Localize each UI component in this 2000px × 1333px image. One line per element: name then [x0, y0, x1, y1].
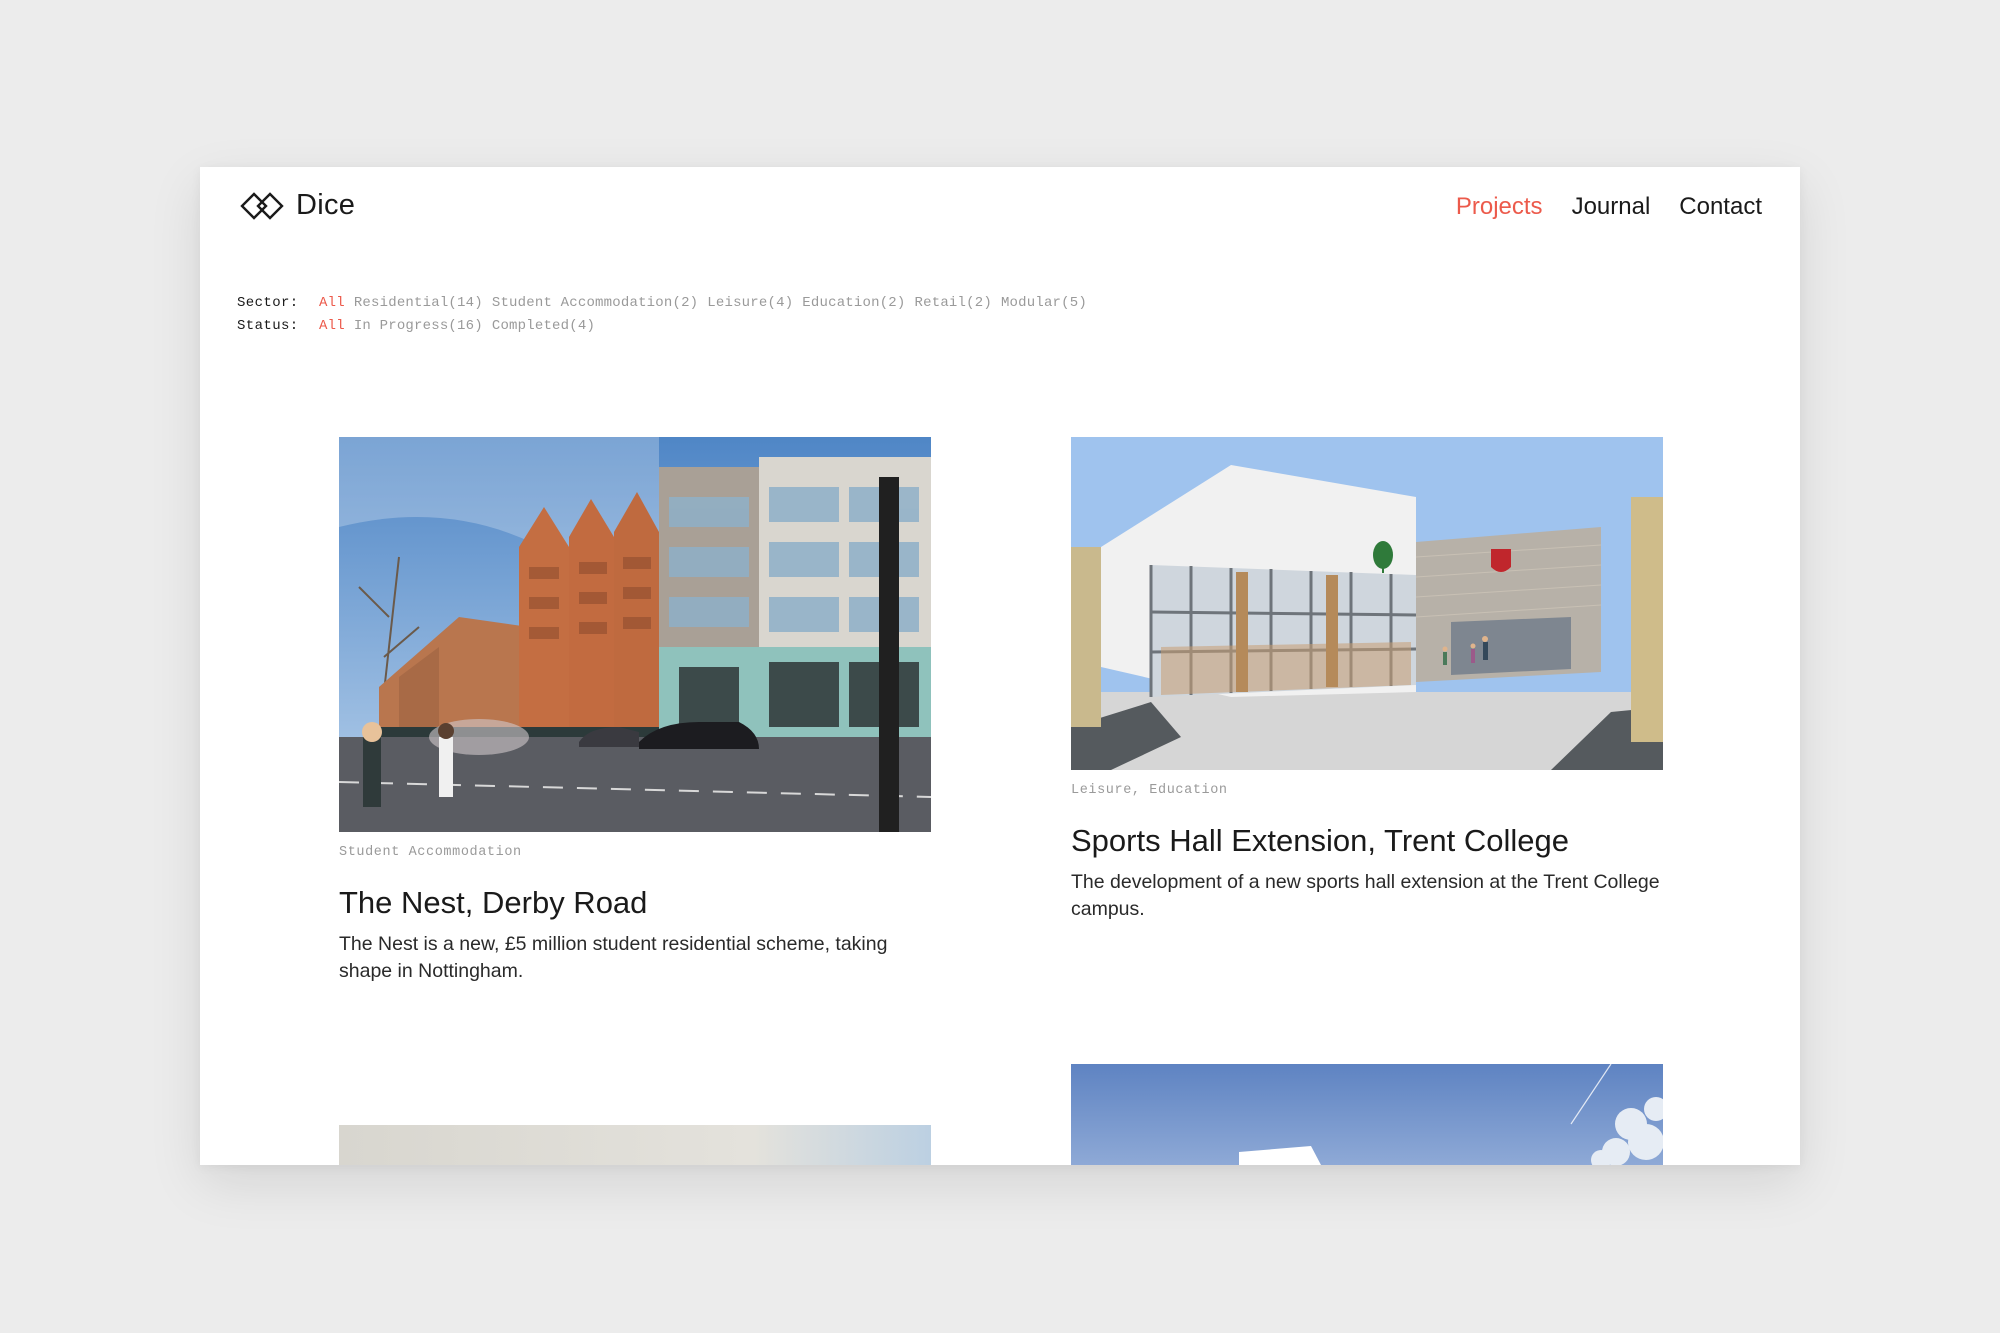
status-filter-label: Status: [237, 318, 299, 334]
main-nav: Projects Journal Contact [1456, 193, 1762, 221]
status-filter-all[interactable]: All [319, 315, 345, 338]
nav-journal[interactable]: Journal [1572, 193, 1651, 221]
status-filter-in-progress[interactable]: In Progress(16) [354, 315, 483, 338]
sector-filter-education[interactable]: Education(2) [802, 292, 905, 315]
project-filters: Sector: All Residential(14) Student Acco… [237, 292, 1096, 338]
nav-contact[interactable]: Contact [1679, 193, 1762, 221]
browser-window: Dice Projects Journal Contact Sector: Al… [200, 167, 1800, 1165]
sector-filter-row: Sector: All Residential(14) Student Acco… [237, 292, 1096, 315]
nav-projects[interactable]: Projects [1456, 193, 1543, 221]
sector-filter-retail[interactable]: Retail(2) [915, 292, 992, 315]
sector-filter-all[interactable]: All [319, 292, 345, 315]
logo[interactable]: Dice [240, 189, 355, 222]
status-filter-row: Status: All In Progress(16) Completed(4) [237, 315, 1096, 338]
status-filter-completed[interactable]: Completed(4) [492, 315, 595, 338]
project-tag: Student Accommodation [339, 845, 522, 860]
dice-logo-icon [240, 191, 284, 220]
logo-text: Dice [296, 189, 356, 221]
project-image-partial-right[interactable] [1071, 1064, 1663, 1165]
project-image-the-nest[interactable] [339, 437, 931, 832]
sector-filter-label: Sector: [237, 295, 299, 311]
sector-filter-leisure[interactable]: Leisure(4) [707, 292, 793, 315]
project-card-the-nest[interactable]: Student Accommodation The Nest, Derby Ro… [339, 437, 931, 997]
sector-filter-residential[interactable]: Residential(14) [354, 292, 483, 315]
project-title[interactable]: The Nest, Derby Road [339, 885, 647, 921]
render-image [1071, 437, 1663, 770]
project-card-sports-hall[interactable]: Leisure, Education Sports Hall Extension… [1071, 437, 1663, 937]
project-image-sports-hall[interactable] [1071, 437, 1663, 770]
sector-filter-modular[interactable]: Modular(5) [1001, 292, 1087, 315]
project-title[interactable]: Sports Hall Extension, Trent College [1071, 823, 1569, 859]
partial-render [1071, 1064, 1663, 1165]
sector-filter-student-accommodation[interactable]: Student Accommodation(2) [492, 292, 698, 315]
project-description: The development of a new sports hall ext… [1071, 871, 1660, 920]
project-tag: Leisure, Education [1071, 783, 1228, 798]
partial-photo [339, 1125, 931, 1165]
project-image-partial-left[interactable] [339, 1125, 931, 1165]
project-description: The Nest is a new, £5 million student re… [339, 933, 888, 982]
street-photo [339, 437, 931, 832]
